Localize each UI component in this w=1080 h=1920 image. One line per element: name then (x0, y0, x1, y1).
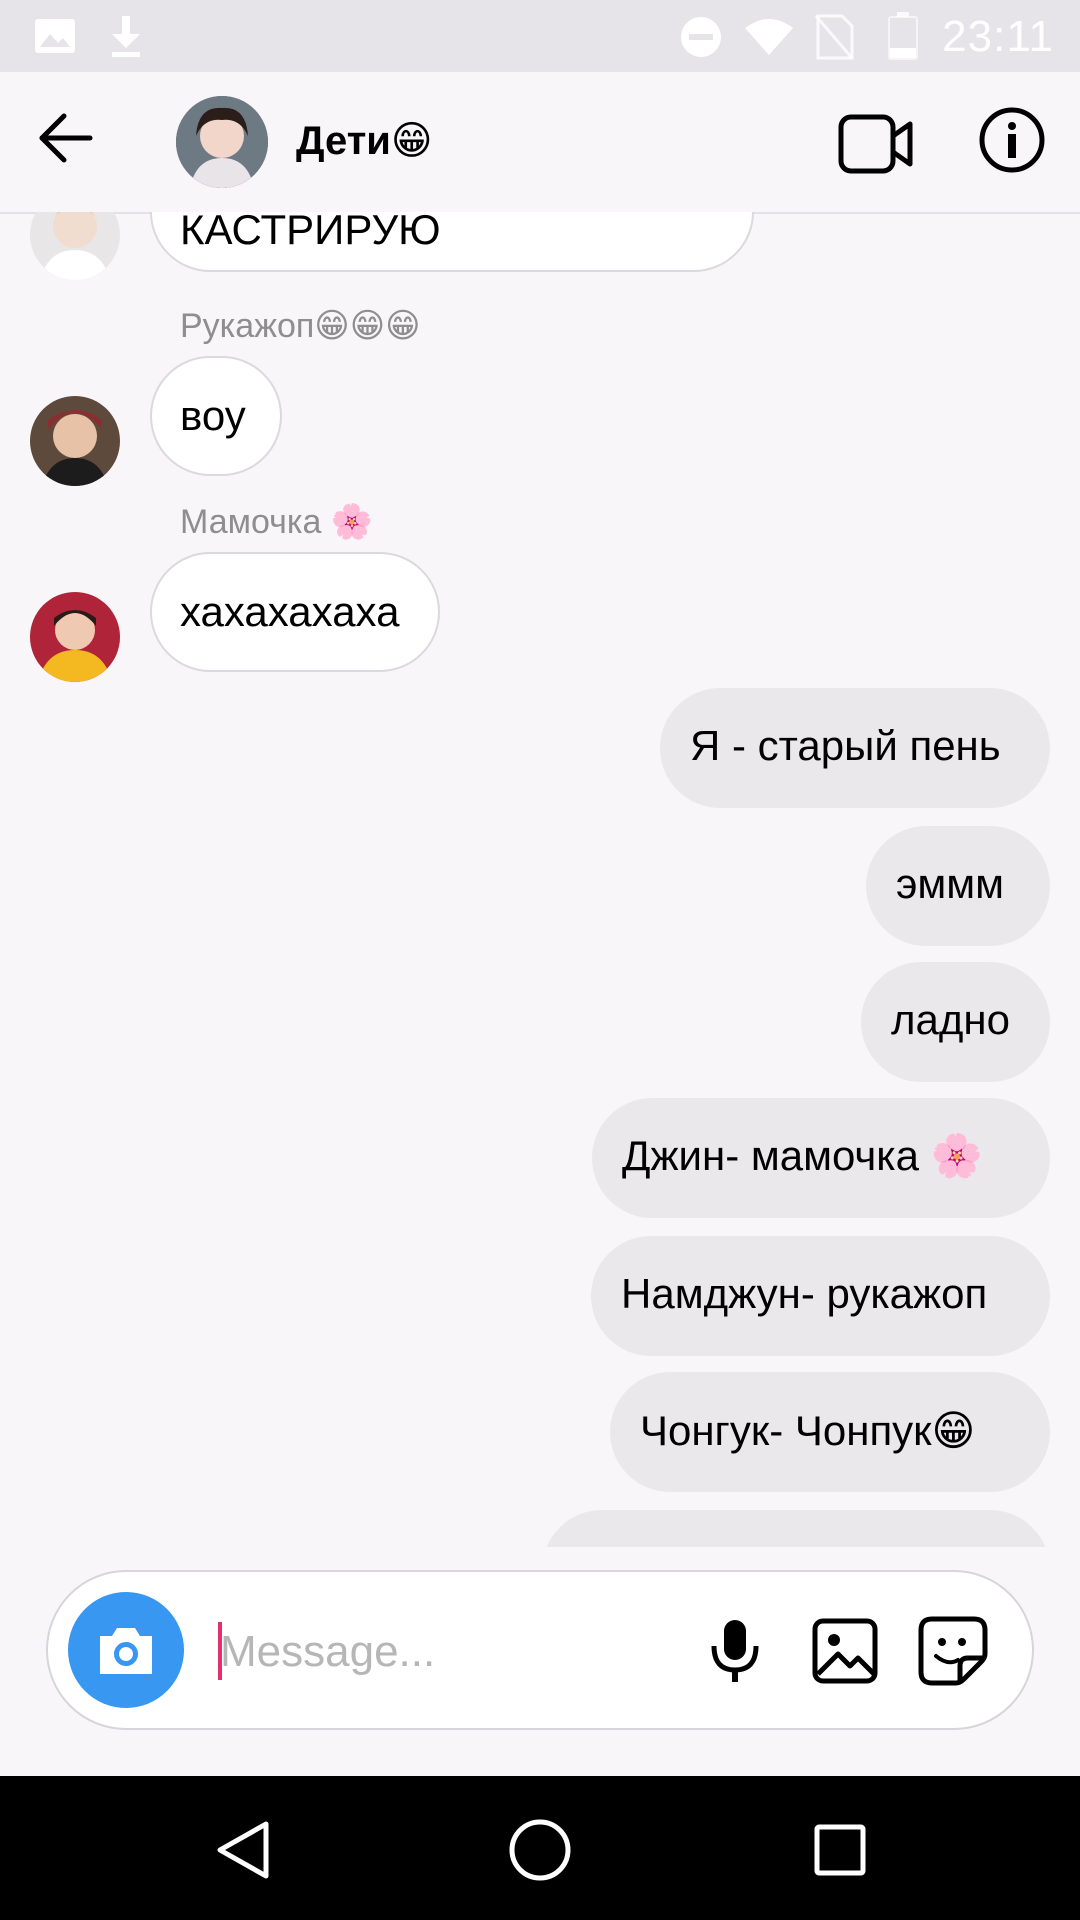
chat-header: Дети😁 (0, 72, 1080, 214)
message-text: воу (180, 392, 246, 439)
message-list[interactable]: КАСТРИРУЮ Рукажоп😁😁😁 воу Мамочка 🌸 хахах… (0, 212, 1080, 1547)
message-text: Я - старый пень (690, 722, 1001, 769)
gallery-icon[interactable] (812, 1618, 878, 1684)
message-text: эммм (896, 860, 1005, 907)
do-not-disturb-icon (681, 17, 721, 57)
navigation-bar (0, 1776, 1080, 1920)
message-bubble-outgoing[interactable] (542, 1510, 1050, 1547)
message-bubble-incoming[interactable]: КАСТРИРУЮ (150, 212, 754, 272)
microphone-icon[interactable] (710, 1618, 760, 1684)
group-avatar[interactable] (176, 96, 268, 188)
message-bubble-outgoing[interactable]: ладно (861, 962, 1050, 1082)
no-sim-icon (814, 14, 854, 60)
nav-recents-icon[interactable] (814, 1824, 866, 1876)
avatar[interactable] (30, 396, 120, 486)
camera-icon (100, 1628, 152, 1674)
message-text: Чонгук- Чонпук😁 (640, 1407, 976, 1454)
message-composer (46, 1570, 1034, 1730)
message-input[interactable] (218, 1616, 702, 1688)
battery-icon (888, 12, 918, 60)
message-bubble-outgoing[interactable]: Намджун- рукажоп (591, 1236, 1050, 1356)
message-bubble-incoming[interactable]: хахахахаха (150, 552, 440, 672)
nav-home-icon[interactable] (508, 1818, 572, 1882)
message-text: Намджун- рукажоп (621, 1270, 988, 1317)
sticker-icon[interactable] (918, 1616, 988, 1686)
message-bubble-outgoing[interactable]: Я - старый пень (660, 688, 1050, 808)
message-bubble-outgoing[interactable]: Чонгук- Чонпук😁 (610, 1372, 1050, 1492)
status-time: 23:11 (942, 12, 1054, 61)
gallery-notification-icon (35, 19, 75, 53)
camera-button[interactable] (68, 1592, 184, 1708)
download-notification-icon (112, 16, 140, 57)
video-call-icon[interactable] (838, 112, 914, 176)
avatar[interactable] (30, 592, 120, 682)
status-bar: 23:11 (0, 0, 1080, 72)
message-bubble-outgoing[interactable]: Джин- мамочка 🌸 (592, 1098, 1050, 1218)
message-text: ладно (891, 996, 1010, 1043)
message-text: хахахахаха (180, 588, 400, 635)
message-text: Джин- мамочка 🌸 (622, 1132, 983, 1179)
sender-name: Мамочка 🌸 (180, 503, 374, 541)
message-bubble-outgoing[interactable]: эммм (866, 826, 1050, 946)
chat-title[interactable]: Дети😁 (296, 118, 433, 164)
sender-name: Рукажоп😁😁😁 (180, 307, 421, 345)
message-text: КАСТРИРУЮ (180, 212, 441, 253)
message-bubble-incoming[interactable]: воу (150, 356, 282, 476)
info-icon[interactable] (978, 106, 1046, 174)
wifi-icon (745, 19, 793, 55)
avatar[interactable] (30, 212, 120, 280)
back-arrow-icon[interactable] (36, 108, 96, 168)
nav-back-icon[interactable] (214, 1820, 270, 1880)
